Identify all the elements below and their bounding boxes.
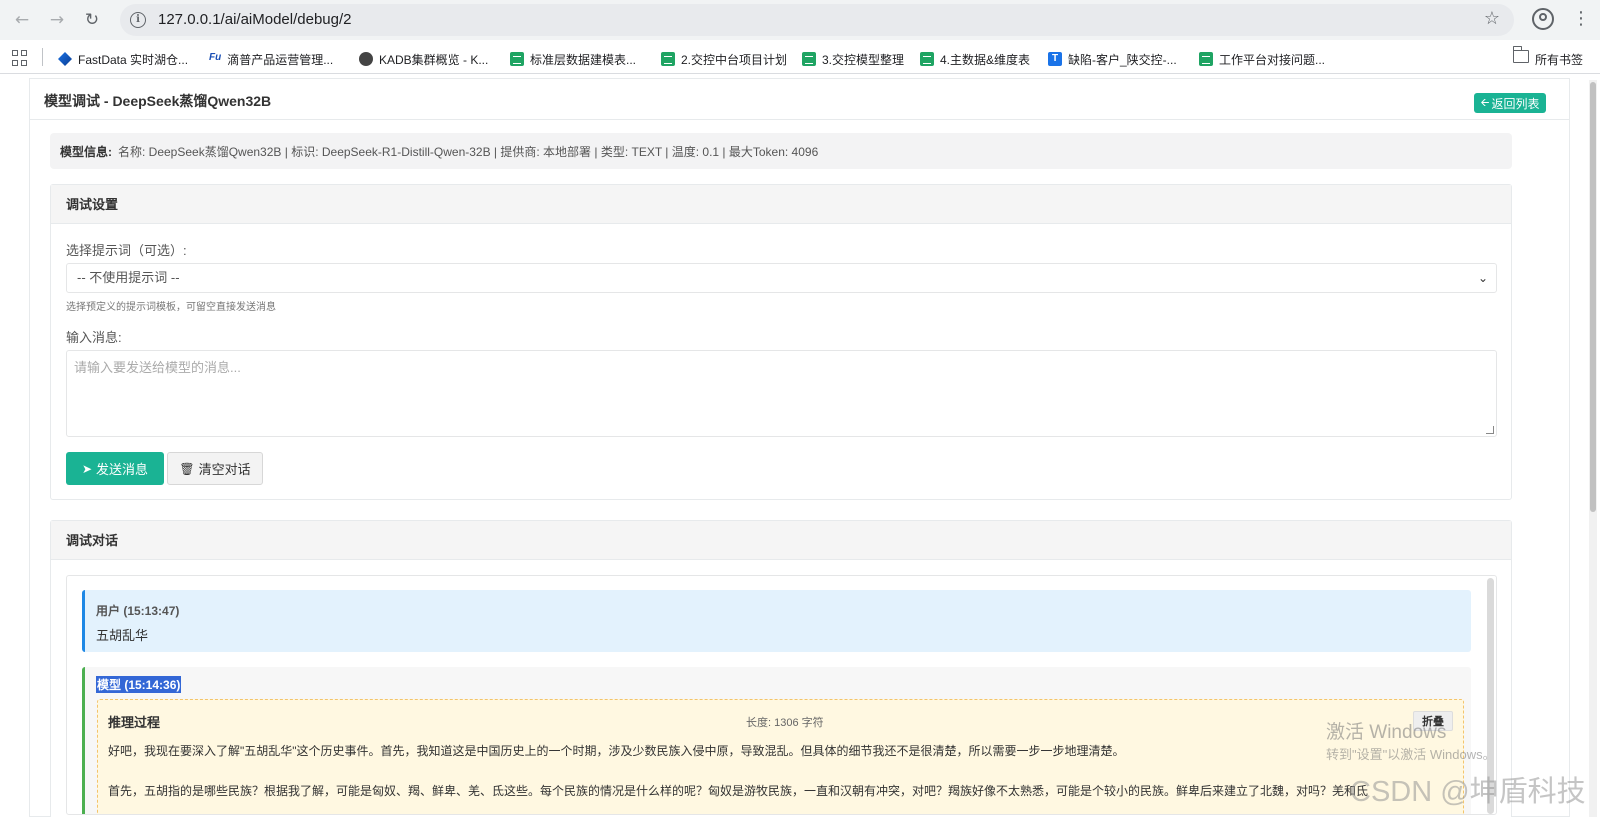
prompt-label: 选择提示词（可选）: [66,243,187,258]
chat-panel: 调试对话 用户 (15:13:47) 五胡乱华 模型 (15:14:36) 推理… [50,520,1512,817]
arrow-left-icon: 🡨 [1480,96,1490,109]
reasoning-title: 推理过程 [108,715,161,730]
bookmark-item[interactable]: 2.交控中台项目计划 [661,49,787,69]
bookmark-star-icon[interactable]: ☆ [1484,8,1500,29]
bookmark-label: KADB集群概览 - K... [379,52,489,67]
message-placeholder: 请输入要发送给模型的消息... [74,360,241,375]
prompt-select-value: -- 不使用提示词 -- [77,270,180,285]
trash-icon: 🗑 [179,461,195,476]
reasoning-block: 推理过程 长度: 1306 字符 折叠 好吧，我现在要深入了解"五胡乱华"这个历… [97,699,1464,814]
prompt-hint: 选择预定义的提示词模板，可留空直接发送消息 [66,302,276,313]
send-button-label: 发送消息 [96,462,149,477]
reasoning-paragraph: 首先，五胡指的是哪些民族？根据我了解，可能是匈奴、羯、鲜卑、羌、氐这些。每个民族… [108,784,1369,798]
all-bookmarks[interactable]: 所有书签 [1535,49,1583,69]
user-message-header: 用户 (15:13:47) [96,604,180,618]
bookmark-item[interactable]: 标准层数据建模表... [510,49,636,69]
settings-panel-title: 调试设置 [51,185,1511,224]
bookmark-item[interactable]: 4.主数据&维度表 [920,49,1030,69]
model-info-text: 名称: DeepSeek蒸馏Qwen32B | 标识: DeepSeek-R1-… [118,144,819,159]
bookmark-label: 2.交控中台项目计划 [681,52,788,67]
bookmarks-separator [42,48,43,66]
t-icon: T [1048,52,1062,66]
bookmark-label: 滴普产品运营管理... [227,52,334,67]
sheet-icon [802,52,816,66]
page-title: 模型调试 - DeepSeek蒸馏Qwen32B [44,93,272,109]
resize-handle[interactable] [1486,426,1494,434]
url-text[interactable]: 127.0.0.1/ai/aiModel/debug/2 [158,11,351,28]
globe-icon [359,52,373,66]
bookmark-item[interactable]: 3.交控模型整理 [802,49,904,69]
windows-activation-hint: 转到"设置"以激活 Windows。 [1326,747,1496,762]
bookmark-item[interactable]: KADB集群概览 - K... [359,49,488,69]
reload-icon[interactable]: ↻ [80,8,104,32]
site-info-icon[interactable]: i [130,12,146,28]
chat-history[interactable]: 用户 (15:13:47) 五胡乱华 模型 (15:14:36) 推理过程 长度… [66,575,1497,815]
folder-icon[interactable] [1512,46,1529,63]
model-info-bar: 模型信息: 名称: DeepSeek蒸馏Qwen32B | 标识: DeepSe… [50,133,1512,169]
chat-panel-title: 调试对话 [51,521,1511,560]
settings-panel: 调试设置 选择提示词（可选）: -- 不使用提示词 -- ⌄ 选择预定义的提示词… [50,184,1512,500]
page-header: 模型调试 - DeepSeek蒸馏Qwen32B 🡨 返回列表 [30,79,1569,120]
bookmark-label: 工作平台对接问题... [1219,52,1326,67]
bookmark-item[interactable]: FastData 实时湖仓... [58,49,188,69]
page-scrollbar-thumb[interactable] [1590,82,1596,512]
apps-grid-icon[interactable] [12,50,28,66]
prompt-select[interactable]: -- 不使用提示词 -- ⌄ [66,263,1497,293]
forward-arrow-icon[interactable]: → [45,8,69,32]
paper-plane-icon: ➤ [81,461,93,476]
sheet-icon [920,52,934,66]
message-input[interactable]: 请输入要发送给模型的消息... [66,350,1497,437]
bookmark-item[interactable]: Fu 滴普产品运营管理... [209,49,333,69]
fastdata-icon [58,52,72,66]
back-to-list-button[interactable]: 🡨 返回列表 [1474,93,1546,113]
bookmark-item[interactable]: T 缺陷-客户_陕交控-... [1048,49,1177,69]
bookmark-label: FastData 实时湖仓... [78,52,189,67]
address-bar[interactable]: i 127.0.0.1/ai/aiModel/debug/2 ☆ [120,4,1514,36]
windows-activation-title: 激活 Windows [1326,722,1447,743]
model-message: 模型 (15:14:36) 推理过程 长度: 1306 字符 折叠 好吧，我现在… [82,667,1471,814]
bookmark-item[interactable]: 工作平台对接问题... [1199,49,1325,69]
browser-menu-icon[interactable]: ⋮ [1572,8,1590,30]
back-button-label: 返回列表 [1491,96,1540,111]
reasoning-length: 长度: 1306 字符 [746,717,824,729]
sheet-icon [510,52,524,66]
page-scrollbar[interactable] [1589,80,1597,817]
user-message: 用户 (15:13:47) 五胡乱华 [82,590,1471,652]
chevron-down-icon: ⌄ [1477,271,1488,285]
debug-page: 模型调试 - DeepSeek蒸馏Qwen32B 🡨 返回列表 模型信息: 名称… [29,78,1570,817]
profile-icon[interactable] [1532,8,1554,30]
sheet-icon [1199,52,1213,66]
model-message-header: 模型 (15:14:36) [96,676,182,693]
clear-button-label: 清空对话 [198,462,251,477]
fu-icon: Fu [209,52,222,63]
browser-toolbar: ← → ↻ i 127.0.0.1/ai/aiModel/debug/2 ☆ ⋮ [0,0,1600,40]
csdn-watermark: CSDN @坤盾科技 [1350,776,1586,808]
reasoning-paragraph: 好吧，我现在要深入了解"五胡乱华"这个历史事件。首先，我知道这是中国历史上的一个… [108,744,1125,758]
send-message-button[interactable]: ➤ 发送消息 [66,452,164,485]
bookmark-label: 缺陷-客户_陕交控-... [1068,52,1177,67]
user-message-text: 五胡乱华 [96,628,149,643]
bookmark-label: 4.主数据&维度表 [940,52,1031,67]
back-arrow-icon[interactable]: ← [10,8,34,32]
message-label: 输入消息: [66,330,122,345]
sheet-icon [661,52,675,66]
all-bookmarks-label: 所有书签 [1535,52,1584,67]
clear-chat-button[interactable]: 🗑 清空对话 [167,452,263,485]
bookmark-label: 标准层数据建模表... [530,52,637,67]
model-info-label: 模型信息: [60,144,112,159]
bookmark-label: 3.交控模型整理 [822,52,905,67]
